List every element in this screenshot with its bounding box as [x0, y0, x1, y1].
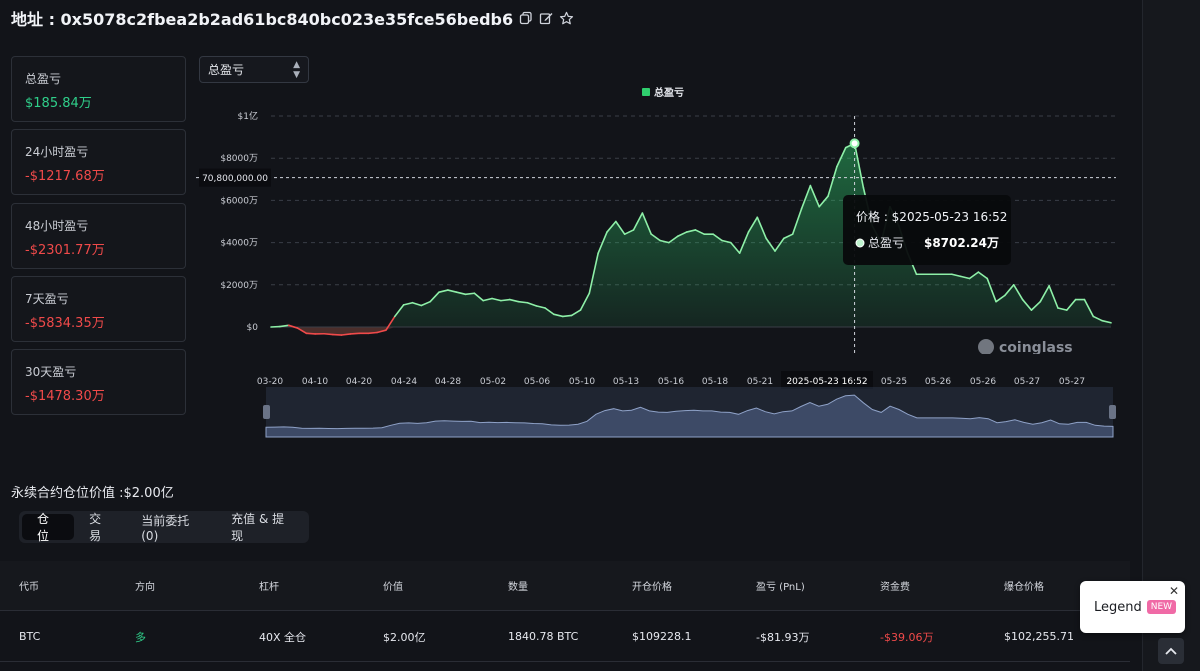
- y-tick-label: $2000万: [220, 281, 258, 291]
- y-tick-label: $0: [247, 323, 259, 333]
- y-tick-label: $4000万: [220, 239, 258, 249]
- stat-card: 24小时盈亏 -$1217.68万: [11, 129, 186, 195]
- stat-label: 24小时盈亏: [25, 145, 89, 159]
- position-tabs: 仓位 交易 当前委托(0) 充值 & 提现: [19, 511, 309, 543]
- stat-label: 总盈亏: [25, 72, 62, 86]
- series-line-segment: [517, 300, 529, 304]
- tab-0[interactable]: 仓位: [22, 512, 75, 543]
- crosshair-y-label: 70,800,000.00: [202, 174, 268, 184]
- legend-button-label: Legend: [1094, 599, 1142, 615]
- series-line-segment: [305, 332, 317, 335]
- new-badge: NEW: [1146, 600, 1177, 614]
- pnl-chart[interactable]: 总盈亏 $1亿 $8000万 $6000万 $4000万 $2000万 $0 coingl…: [196, 84, 1136, 354]
- peak-marker: [849, 138, 860, 149]
- stat-value: -$1217.68万: [25, 169, 105, 184]
- tab-3[interactable]: 充值 & 提现: [216, 512, 306, 543]
- tooltip-title: 价格 : $2025-05-23 16:52: [856, 209, 1007, 224]
- stat-label: 30天盈亏: [25, 365, 77, 379]
- chevron-up-icon[interactable]: [1158, 638, 1184, 664]
- y-tick-label: $8000万: [220, 154, 258, 164]
- column-header: 开仓价格: [632, 582, 672, 593]
- navigator-handle-right[interactable]: [1109, 405, 1116, 419]
- main-panel: 地址 : 0x5078c2fbea2b2ad61bc840bc023e35fce…: [0, 0, 1142, 671]
- address-header: 地址 : 0x5078c2fbea2b2ad61bc840bc023e35fce…: [11, 6, 574, 30]
- table-cell: $109228.1: [632, 630, 692, 643]
- watermark-text: coinglass: [999, 340, 1073, 354]
- series-line-segment: [561, 314, 573, 318]
- column-header: 方向: [135, 582, 155, 593]
- series-line-segment: [464, 292, 476, 296]
- table-cell: 1840.78 BTC: [508, 630, 579, 643]
- table-row[interactable]: BTC 多 40X 全仓 $2.00亿 1840.78 BTC $109228.1 -$81…: [0, 612, 1130, 662]
- column-header: 数量: [508, 582, 528, 593]
- stat-value: -$1478.30万: [25, 389, 105, 404]
- y-tick-label: $1亿: [238, 110, 258, 122]
- column-header: 价值: [383, 582, 403, 593]
- stat-value: -$5834.35万: [25, 316, 105, 331]
- series-line-segment: [500, 298, 511, 302]
- column-header: 杠杆: [259, 582, 279, 593]
- column-header: 盈亏 (PnL): [756, 582, 805, 593]
- table-cell: -$39.06万: [880, 630, 934, 644]
- close-icon[interactable]: ✕: [1169, 584, 1179, 598]
- edit-icon[interactable]: [539, 11, 553, 25]
- watermark: coinglass: [978, 339, 1073, 354]
- tooltip-series-dot: [855, 238, 865, 248]
- column-header: 代币: [19, 582, 39, 593]
- sort-chevron-icon: ▲ ▼: [293, 59, 300, 80]
- column-header: 资金费: [880, 582, 910, 593]
- tooltip-series-name: 总盈亏: [868, 236, 904, 250]
- stat-card: 总盈亏 $185.84万: [11, 56, 186, 122]
- tooltip-box: [843, 195, 1011, 265]
- tab-2[interactable]: 当前委托(0): [126, 514, 216, 543]
- table-header: 代币 方向 杠杆 价值 数量 开仓价格 盈亏 (PnL) 资金费 爆仓价格: [0, 561, 1130, 611]
- section-title: 永续合约仓位价值 :$2.00亿: [11, 486, 174, 501]
- copy-icon[interactable]: [519, 11, 533, 25]
- stat-label: 7天盈亏: [25, 292, 69, 306]
- series-line-segment: [367, 331, 378, 335]
- table-cell: 40X 全仓: [259, 630, 307, 644]
- tab-1[interactable]: 交易: [74, 512, 126, 543]
- stat-value: $185.84万: [25, 96, 92, 111]
- table-cell: $2.00亿: [383, 630, 426, 644]
- metric-select[interactable]: 总盈亏 ▲ ▼: [199, 56, 309, 83]
- tooltip-value: $8702.24万: [924, 236, 999, 250]
- navigator-handle-left[interactable]: [263, 405, 270, 419]
- series-line-segment: [349, 332, 361, 335]
- stat-card: 7天盈亏 -$5834.35万: [11, 276, 186, 342]
- stat-card: 30天盈亏 -$1478.30万: [11, 349, 186, 415]
- y-tick-label: $6000万: [220, 196, 258, 206]
- table-cell: $102,255.71: [1004, 630, 1074, 643]
- table-cell: 多: [135, 630, 146, 644]
- table-cell: BTC: [19, 630, 41, 643]
- negative-area-fill: [288, 327, 395, 335]
- address-label: 地址 : 0x5078c2fbea2b2ad61bc840bc023e35fce…: [11, 10, 514, 29]
- legend-swatch: [642, 88, 650, 96]
- series-line-segment: [340, 333, 352, 336]
- series-line-segment: [323, 332, 334, 336]
- coinglass-logo-icon: [978, 339, 994, 354]
- legend-button[interactable]: Legend NEW ✕: [1080, 581, 1185, 633]
- legend-label: 总盈亏: [654, 86, 684, 99]
- stat-value: -$2301.77万: [25, 243, 105, 258]
- right-sidebar: [1142, 0, 1200, 671]
- column-header: 爆仓价格: [1004, 582, 1044, 593]
- star-icon[interactable]: [559, 11, 574, 26]
- stat-label: 48小时盈亏: [25, 219, 89, 233]
- metric-select-value: 总盈亏: [208, 63, 245, 77]
- range-navigator[interactable]: [196, 386, 1136, 441]
- stat-card: 48小时盈亏 -$2301.77万: [11, 203, 186, 269]
- table-cell: -$81.93万: [756, 630, 810, 644]
